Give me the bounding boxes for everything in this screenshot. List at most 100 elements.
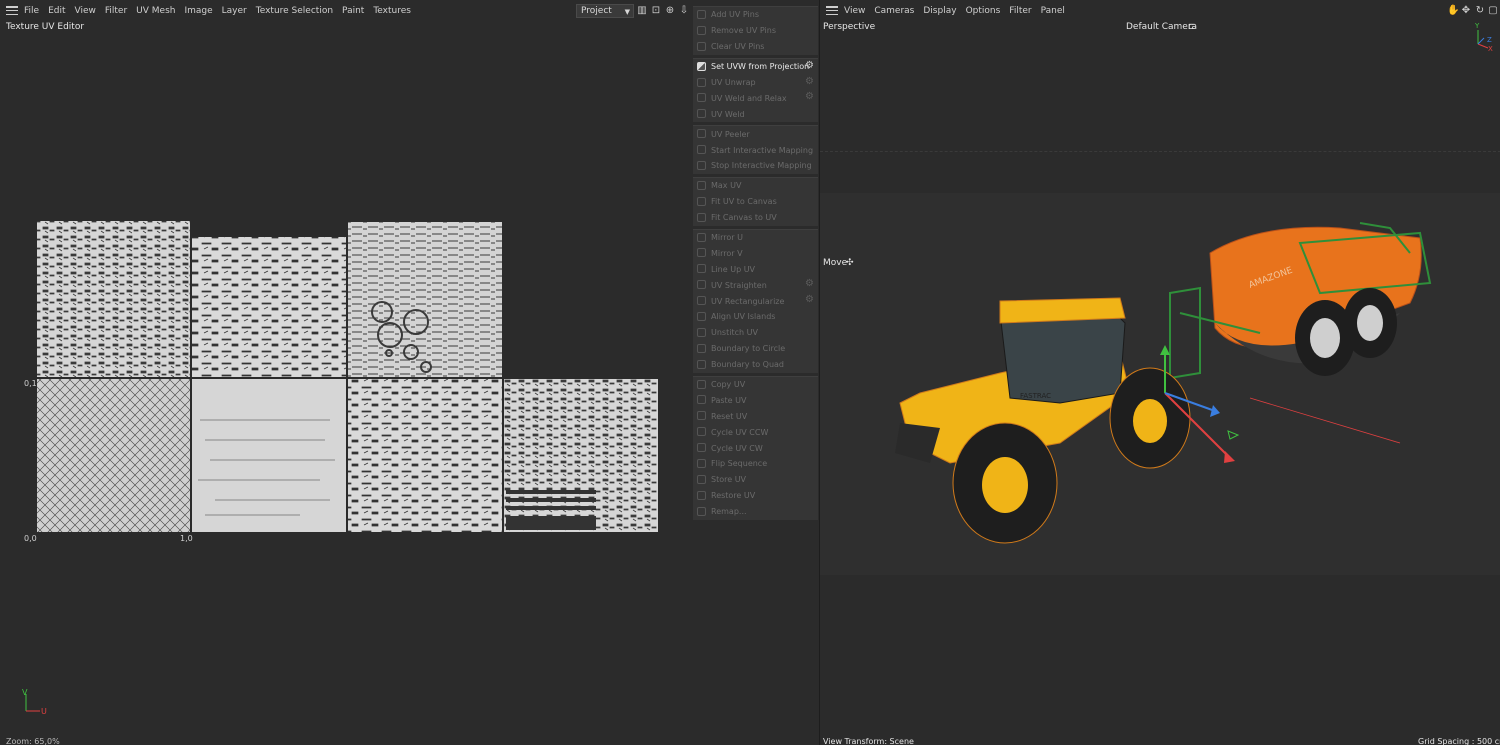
command-label: Stop Interactive Mapping <box>711 161 812 171</box>
command-remove-uv-pins[interactable]: Remove UV Pins <box>693 23 818 39</box>
command-uv-straighten[interactable]: UV Straighten ⚙ <box>693 277 818 293</box>
uv-canvas[interactable] <box>0 0 692 745</box>
command-reset-uv[interactable]: Reset UV <box>693 408 818 424</box>
menu-image[interactable]: Image <box>184 6 212 16</box>
menu-view[interactable]: View <box>844 6 865 16</box>
command-remap[interactable]: Remap... <box>693 504 818 520</box>
command-group: UV Peeler Start Interactive Mapping Stop I… <box>693 125 818 174</box>
menu-edit[interactable]: Edit <box>48 6 65 16</box>
command-flip-sequence[interactable]: Flip Sequence <box>693 456 818 472</box>
command-restore-uv[interactable]: Restore UV <box>693 488 818 504</box>
project-select[interactable]: Project ▼ <box>576 4 634 18</box>
weld-relax-icon <box>697 93 706 103</box>
peeler-icon <box>697 129 706 139</box>
command-align-uv-islands[interactable]: Align UV Islands <box>693 309 818 325</box>
command-label: Fit Canvas to UV <box>711 213 777 223</box>
zoom-readout: Zoom: 65,0% <box>6 737 60 745</box>
menu-uv-mesh[interactable]: UV Mesh <box>136 6 175 16</box>
uv-tile <box>192 379 346 532</box>
command-uv-weld[interactable]: UV Weld <box>693 106 818 122</box>
move-gizmo <box>1160 345 1401 463</box>
menu-textures[interactable]: Textures <box>373 6 411 16</box>
command-uv-unwrap[interactable]: UV Unwrap ⚙ <box>693 75 818 91</box>
command-mirror-v[interactable]: Mirror V <box>693 245 818 261</box>
command-store-uv[interactable]: Store UV <box>693 472 818 488</box>
command-fit-uv-to-canvas[interactable]: Fit UV to Canvas <box>693 194 818 210</box>
maximize-icon[interactable]: ▢ <box>1488 5 1498 16</box>
mirror-u-icon <box>697 232 706 242</box>
uv-tile <box>348 222 502 377</box>
lock-icon[interactable]: ⊡ <box>651 5 661 16</box>
menu-filter[interactable]: Filter <box>1009 6 1031 16</box>
view-transform-label: View Transform: Scene <box>823 737 914 745</box>
menu-panel[interactable]: Panel <box>1041 6 1065 16</box>
command-stop-interactive-mapping[interactable]: Stop Interactive Mapping <box>693 158 818 174</box>
link-icon[interactable]: ⊕ <box>665 5 675 16</box>
command-unstitch-uv[interactable]: Unstitch UV <box>693 325 818 341</box>
x-axis-label: X <box>1488 45 1493 53</box>
command-label: Copy UV <box>711 380 746 390</box>
command-clear-uv-pins[interactable]: Clear UV Pins <box>693 39 818 55</box>
straighten-icon <box>697 280 706 290</box>
command-label: Remove UV Pins <box>711 26 776 36</box>
menu-file[interactable]: File <box>24 6 39 16</box>
unwrap-icon <box>697 77 706 87</box>
flip-icon <box>697 459 706 469</box>
gear-icon[interactable]: ⚙ <box>805 76 815 87</box>
menu-options[interactable]: Options <box>966 6 1001 16</box>
command-cycle-uv-cw[interactable]: Cycle UV CW <box>693 440 818 456</box>
menu-filter[interactable]: Filter <box>105 6 127 16</box>
move-view-icon[interactable]: ✥ <box>1461 5 1471 16</box>
rotate-view-icon[interactable]: ↻ <box>1475 5 1485 16</box>
command-uv-rectangularize[interactable]: UV Rectangularize ⚙ <box>693 293 818 309</box>
command-start-interactive-mapping[interactable]: Start Interactive Mapping <box>693 142 818 158</box>
command-label: Flip Sequence <box>711 459 768 469</box>
command-paste-uv[interactable]: Paste UV <box>693 392 818 408</box>
gear-icon[interactable]: ⚙ <box>805 60 815 71</box>
command-uv-weld-and-relax[interactable]: UV Weld and Relax ⚙ <box>693 90 818 106</box>
circle-icon <box>697 343 706 353</box>
uv-tile <box>37 379 190 532</box>
command-cycle-uv-ccw[interactable]: Cycle UV CCW <box>693 424 818 440</box>
menu-layer[interactable]: Layer <box>222 6 247 16</box>
cw-icon <box>697 443 706 453</box>
menu-view[interactable]: View <box>75 6 96 16</box>
menu-icon[interactable] <box>826 6 838 15</box>
command-max-uv[interactable]: Max UV <box>693 178 818 194</box>
u-axis-label: U <box>41 707 47 716</box>
pan-icon[interactable]: ✋ <box>1447 5 1459 16</box>
command-copy-uv[interactable]: Copy UV <box>693 377 818 393</box>
horizon-line <box>820 151 1500 152</box>
menu-paint[interactable]: Paint <box>342 6 364 16</box>
command-boundary-to-quad[interactable]: Boundary to Quad <box>693 357 818 373</box>
tractor-sprayer-model[interactable]: FASTRAC AMAZONE <box>820 193 1500 575</box>
command-add-uv-pins[interactable]: Add UV Pins <box>693 7 818 23</box>
gear-icon[interactable]: ⚙ <box>805 279 815 289</box>
camera-lock-icon[interactable]: ⊏ <box>1188 22 1196 32</box>
clear-icon <box>697 41 706 51</box>
menu-icon[interactable] <box>6 6 18 15</box>
gear-icon[interactable]: ⚙ <box>805 295 815 305</box>
command-line-up-uv[interactable]: Line Up UV <box>693 261 818 277</box>
command-group: Set UVW from Projection ⚙ UV Unwrap ⚙ UV Wel… <box>693 57 818 123</box>
menu-texture-selection[interactable]: Texture Selection <box>256 6 333 16</box>
camera-label[interactable]: Default Camera <box>1126 22 1197 32</box>
menu-display[interactable]: Display <box>923 6 956 16</box>
command-label: Boundary to Circle <box>711 344 786 354</box>
command-label: UV Straighten <box>711 280 767 290</box>
command-label: Mirror V <box>711 248 743 258</box>
command-uv-peeler[interactable]: UV Peeler <box>693 126 818 142</box>
menu-cameras[interactable]: Cameras <box>874 6 914 16</box>
pin-down-icon[interactable]: ⇩ <box>679 5 689 16</box>
uv-tile <box>348 379 502 532</box>
play-icon <box>697 145 706 155</box>
histogram-icon[interactable]: ▥ <box>637 5 647 16</box>
command-boundary-to-circle[interactable]: Boundary to Circle <box>693 341 818 357</box>
command-mirror-u[interactable]: Mirror U <box>693 230 818 246</box>
gear-icon[interactable]: ⚙ <box>805 92 815 102</box>
fit-canvas-icon <box>697 212 706 222</box>
command-set-uvw-from-projection[interactable]: Set UVW from Projection ⚙ <box>693 59 818 75</box>
command-label: Clear UV Pins <box>711 42 765 52</box>
command-label: Unstitch UV <box>711 328 758 338</box>
command-fit-canvas-to-uv[interactable]: Fit Canvas to UV <box>693 210 818 226</box>
